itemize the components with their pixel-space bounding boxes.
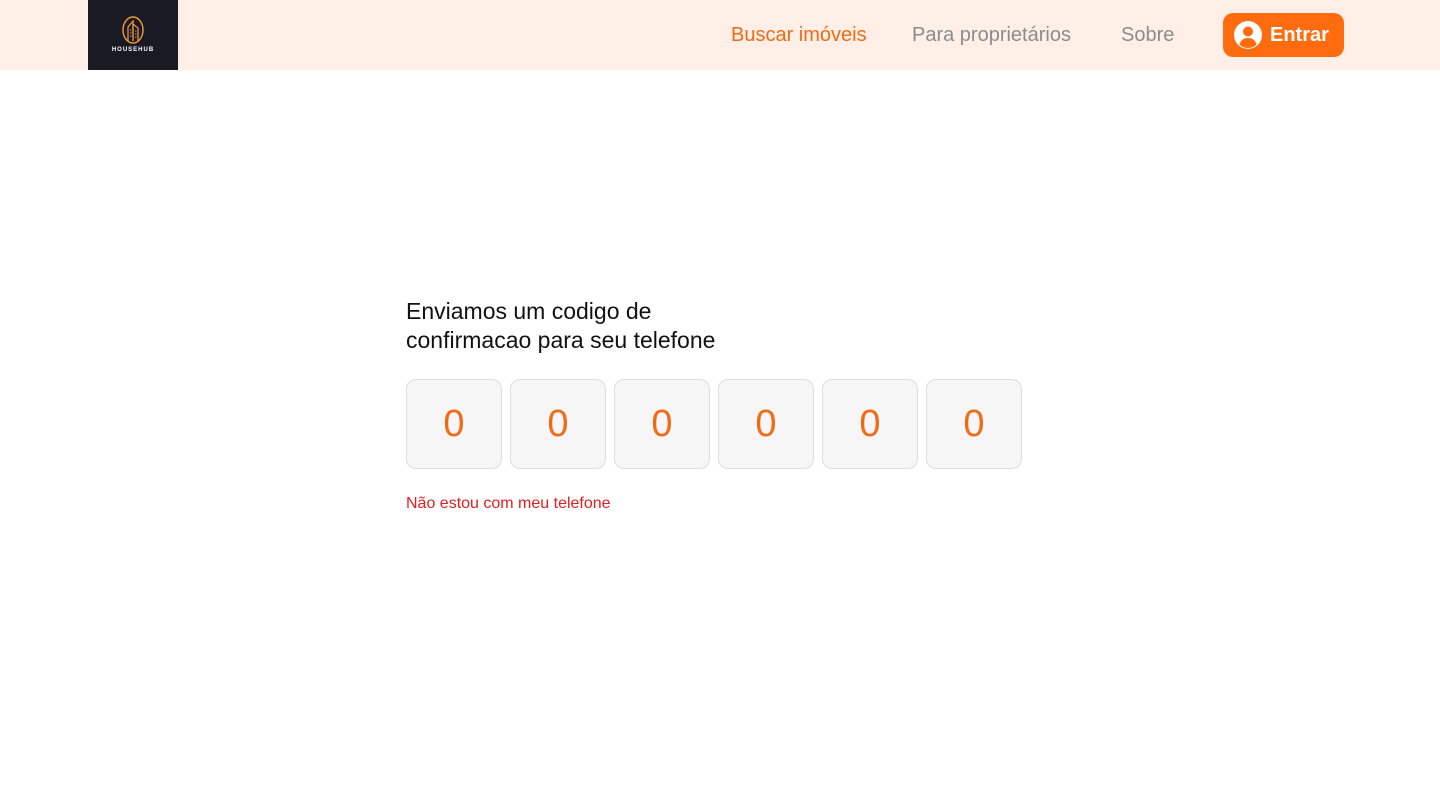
code-digit-3[interactable] [622, 402, 702, 446]
login-button[interactable]: Entrar [1223, 13, 1344, 57]
code-digit-box[interactable] [718, 379, 814, 469]
building-icon [122, 16, 144, 44]
nav-para-proprietarios[interactable]: Para proprietários [912, 22, 1071, 48]
nav-sobre[interactable]: Sobre [1121, 22, 1174, 48]
code-digit-box[interactable] [614, 379, 710, 469]
verification-title: Enviamos um codigo de confirmacao para s… [406, 297, 806, 355]
code-digit-4[interactable] [726, 402, 806, 446]
code-digit-box[interactable] [926, 379, 1022, 469]
code-digit-box[interactable] [510, 379, 606, 469]
logo-text: HOUSEHUB [111, 47, 155, 53]
nav-buscar-imoveis[interactable]: Buscar imóveis [731, 22, 867, 48]
code-digit-1[interactable] [414, 402, 494, 446]
top-header: HOUSEHUB Buscar imóveis Para proprietári… [0, 0, 1440, 70]
title-line-1: Enviamos um codigo de [406, 298, 652, 324]
househub-logo[interactable]: HOUSEHUB [88, 0, 178, 70]
code-digit-box[interactable] [822, 379, 918, 469]
no-phone-link[interactable]: Não estou com meu telefone [406, 494, 611, 514]
code-digit-box[interactable] [406, 379, 502, 469]
user-circle-icon [1234, 21, 1262, 49]
login-label: Entrar [1270, 23, 1329, 46]
code-digit-2[interactable] [518, 402, 598, 446]
code-digit-5[interactable] [830, 402, 910, 446]
code-digit-6[interactable] [934, 402, 1014, 446]
title-line-2: confirmacao para seu telefone [406, 327, 716, 353]
code-input-row [406, 379, 1022, 469]
